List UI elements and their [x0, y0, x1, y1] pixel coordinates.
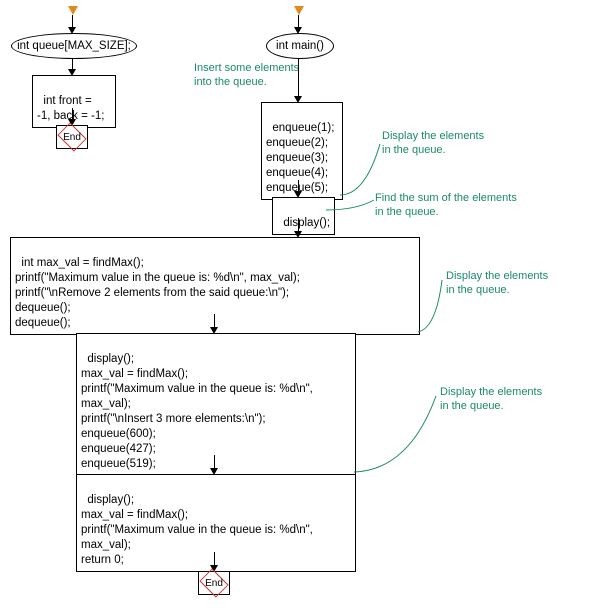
end-right-text: End	[199, 572, 229, 594]
annot-display-1: Display the elements in the queue.	[382, 130, 484, 158]
findmax-box-2-text: display(); max_val = findMax(); printf("…	[81, 353, 316, 470]
findmax-box-2: display(); max_val = findMax(); printf("…	[76, 333, 356, 475]
annot-line-1	[340, 140, 384, 196]
findmax-box-3: display(); max_val = findMax(); printf("…	[76, 474, 356, 572]
annot-line-4	[354, 392, 440, 474]
findmax-box-1-text: int max_val = findMax(); printf("Maximum…	[15, 257, 300, 329]
end-left: End	[56, 125, 88, 149]
annot-line-2	[326, 198, 376, 218]
line	[298, 58, 299, 98]
display-box-1-text: display();	[283, 217, 330, 229]
annot-line-3	[418, 278, 446, 334]
decl-ellipse-text: int queue[MAX_SIZE];	[17, 40, 131, 52]
main-ellipse: int main()	[266, 33, 334, 59]
annot-sum: Find the sum of the elements in the queu…	[375, 192, 517, 220]
end-right: End	[198, 571, 230, 595]
entry-arrow-right	[294, 6, 304, 15]
annot-insert: Insert some elements into the queue.	[194, 62, 299, 90]
findmax-box-3-text: display(); max_val = findMax(); printf("…	[81, 494, 316, 566]
main-ellipse-text: int main()	[276, 40, 324, 52]
end-left-text: End	[57, 126, 87, 148]
decl-box-text: int front = -1, back = -1;	[37, 95, 104, 122]
entry-arrow-left	[68, 6, 78, 15]
enqueue-box-text: enqueue(1); enqueue(2); enqueue(3); enqu…	[266, 122, 334, 194]
annot-display-3: Display the elements in the queue.	[440, 386, 542, 414]
decl-ellipse: int queue[MAX_SIZE];	[11, 33, 137, 59]
enqueue-box: enqueue(1); enqueue(2); enqueue(3); enqu…	[261, 102, 343, 200]
annot-display-2: Display the elements in the queue.	[446, 270, 548, 298]
findmax-box-1: int max_val = findMax(); printf("Maximum…	[10, 237, 420, 335]
